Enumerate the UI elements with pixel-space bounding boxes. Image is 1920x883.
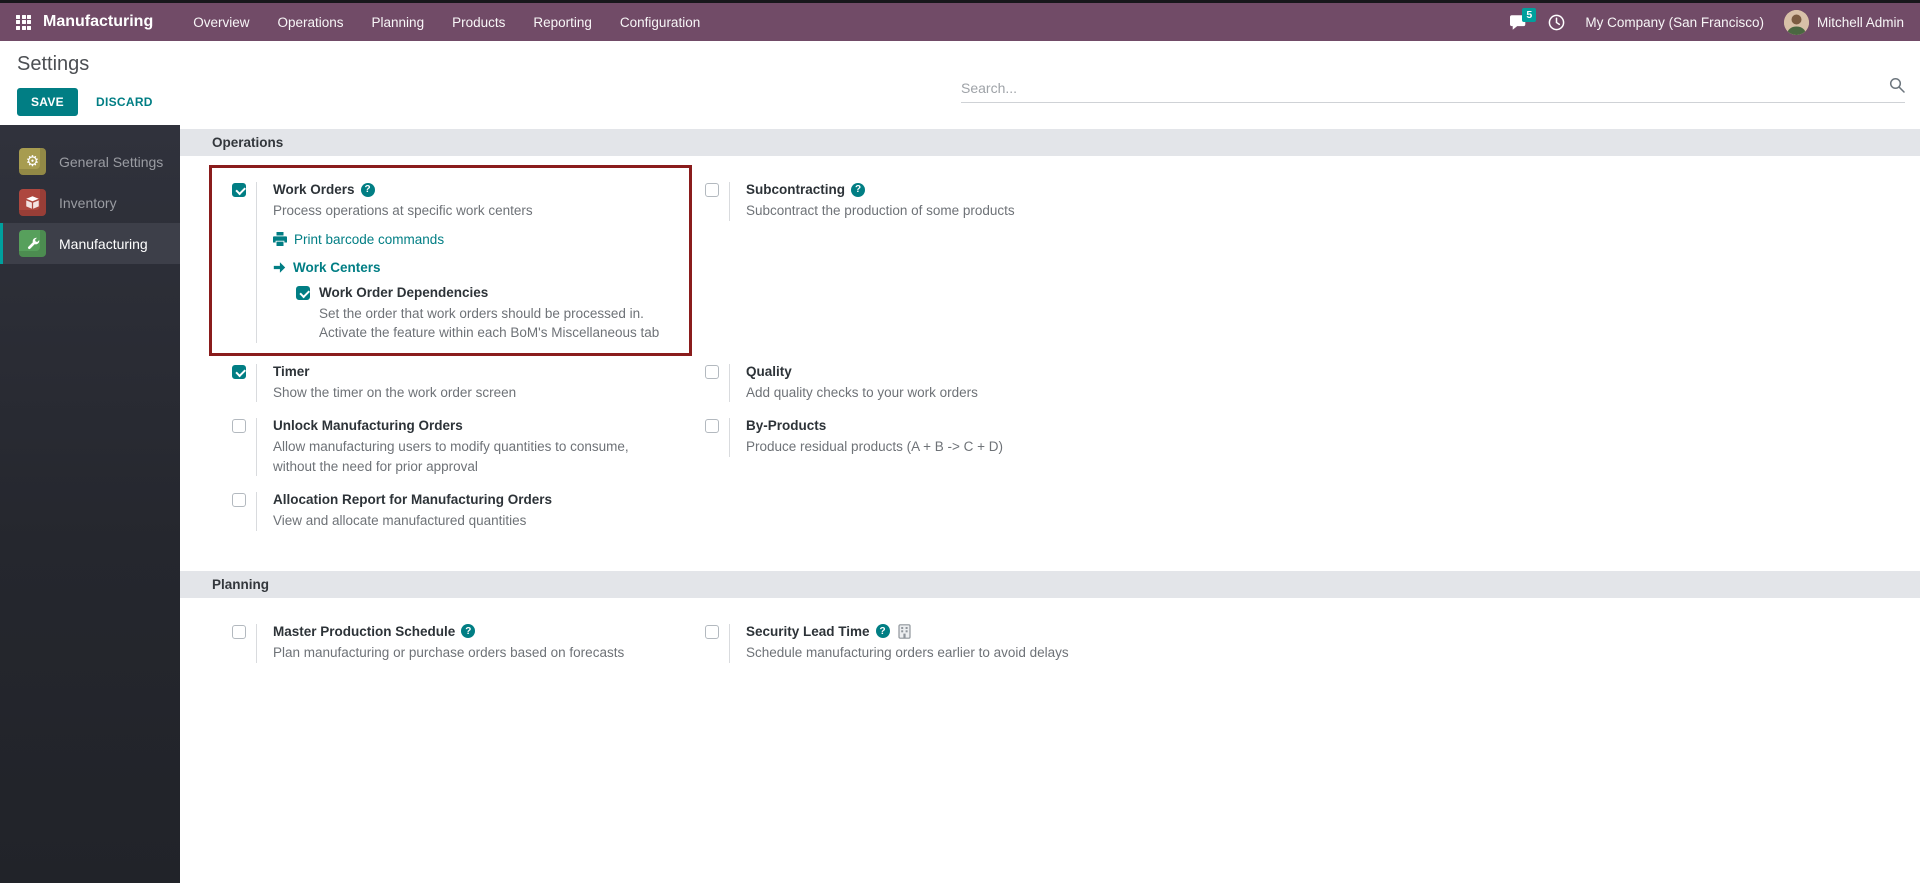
timer-checkbox[interactable] — [232, 364, 246, 379]
setting-by-products: By-Products Produce residual products (A… — [705, 418, 1165, 457]
setting-security-lead-time: Security Lead Time ? Schedule manufactur… — [705, 623, 1165, 663]
search-bar — [961, 77, 1905, 103]
main-menu: Overview Operations Planning Products Re… — [179, 3, 714, 41]
sidebar-item-label: Manufacturing — [59, 235, 148, 252]
setting-quality: Quality Add quality checks to your work … — [705, 363, 1165, 403]
menu-reporting[interactable]: Reporting — [519, 3, 606, 41]
setting-work-order-dependencies: Work Order Dependencies Set the order th… — [296, 285, 673, 343]
unlock-manufacturing-orders-checkbox[interactable] — [232, 419, 246, 434]
gear-icon: ⚙ — [19, 148, 46, 175]
timer-description: Show the timer on the work order screen — [273, 384, 517, 400]
menu-operations[interactable]: Operations — [263, 3, 357, 41]
allocation-report-description: View and allocate manufactured quantitie… — [273, 513, 527, 529]
subcontracting-checkbox[interactable] — [705, 183, 719, 197]
master-production-schedule-checkbox[interactable] — [232, 624, 246, 639]
unlock-manufacturing-orders-description: Allow manufacturing users to modify quan… — [273, 439, 629, 474]
allocation-report-label[interactable]: Allocation Report for Manufacturing Orde… — [273, 492, 552, 507]
setting-timer: Timer Show the timer on the work order s… — [232, 363, 692, 403]
work-orders-label[interactable]: Work Orders — [273, 182, 355, 197]
sidebar-item-label: Inventory — [59, 194, 117, 211]
master-production-schedule-label[interactable]: Master Production Schedule — [273, 624, 455, 639]
search-icon[interactable] — [1889, 77, 1905, 98]
quality-checkbox[interactable] — [705, 364, 719, 379]
allocation-report-checkbox[interactable] — [232, 493, 246, 508]
enterprise-building-icon — [897, 624, 911, 639]
print-barcode-commands-link[interactable]: Print barcode commands — [273, 232, 673, 247]
company-switcher[interactable]: My Company (San Francisco) — [1585, 15, 1764, 30]
sidebar-item-inventory[interactable]: Inventory — [0, 182, 180, 223]
sidebar-item-general-settings[interactable]: ⚙ General Settings — [0, 141, 180, 182]
messages-count-badge: 5 — [1522, 7, 1537, 23]
section-header-planning: Planning — [180, 570, 1920, 598]
printer-icon — [273, 232, 287, 247]
security-lead-time-label[interactable]: Security Lead Time — [746, 624, 870, 639]
section-header-operations: Operations — [180, 129, 1920, 156]
user-menu[interactable]: Mitchell Admin — [1783, 9, 1904, 35]
quality-label[interactable]: Quality — [746, 364, 792, 379]
setting-work-orders: Work Orders Process operations at specif… — [232, 182, 673, 343]
settings-sidebar: ⚙ General Settings Inventory Manufacturi… — [0, 125, 180, 883]
by-products-label[interactable]: By-Products — [746, 418, 826, 433]
arrow-right-icon — [273, 261, 286, 273]
subcontracting-label[interactable]: Subcontracting — [746, 182, 845, 197]
by-products-description: Produce residual products (A + B -> C + … — [746, 439, 1003, 455]
activities-clock-icon[interactable] — [1548, 14, 1565, 31]
timer-label[interactable]: Timer — [273, 364, 310, 379]
by-products-checkbox[interactable] — [705, 419, 719, 434]
search-input[interactable] — [961, 79, 1889, 96]
menu-products[interactable]: Products — [438, 3, 519, 41]
discard-button[interactable]: DISCARD — [88, 89, 161, 115]
app-brand[interactable]: Manufacturing — [43, 13, 153, 31]
sidebar-item-label: General Settings — [59, 153, 164, 170]
setting-subcontracting: Subcontracting Subcontract the productio… — [705, 182, 1165, 221]
save-button[interactable]: SAVE — [17, 88, 78, 116]
help-icon[interactable] — [875, 624, 890, 639]
main-navbar: Manufacturing Overview Operations Planni… — [0, 3, 1920, 41]
control-panel: Settings SAVE DISCARD — [0, 41, 1920, 125]
inventory-box-icon — [19, 189, 46, 216]
settings-content: Operations Work Orders Process operation… — [180, 125, 1920, 883]
unlock-manufacturing-orders-label[interactable]: Unlock Manufacturing Orders — [273, 418, 463, 433]
quality-description: Add quality checks to your work orders — [746, 384, 978, 400]
work-order-dependencies-checkbox[interactable] — [296, 285, 310, 300]
messages-icon[interactable]: 5 — [1510, 7, 1537, 30]
setting-master-production-schedule: Master Production Schedule Plan manufact… — [232, 623, 692, 663]
help-icon[interactable] — [851, 182, 866, 197]
subcontracting-description: Subcontract the production of some produ… — [746, 203, 1015, 218]
work-orders-description: Process operations at specific work cent… — [273, 203, 533, 218]
work-orders-checkbox[interactable] — [232, 183, 246, 197]
menu-planning[interactable]: Planning — [358, 3, 439, 41]
setting-allocation-report: Allocation Report for Manufacturing Orde… — [232, 492, 692, 531]
setting-unlock-manufacturing-orders: Unlock Manufacturing Orders Allow manufa… — [232, 418, 692, 477]
apps-menu-icon[interactable] — [16, 14, 31, 30]
menu-overview[interactable]: Overview — [179, 3, 263, 41]
page-title: Settings — [17, 53, 90, 75]
highlight-annotation-box: Work Orders Process operations at specif… — [209, 165, 692, 356]
help-icon[interactable] — [461, 624, 476, 639]
avatar — [1783, 9, 1809, 35]
security-lead-time-checkbox[interactable] — [705, 624, 719, 639]
work-order-dependencies-description: Set the order that work orders should be… — [319, 305, 660, 341]
work-centers-link[interactable]: Work Centers — [273, 260, 673, 275]
help-icon[interactable] — [360, 182, 375, 197]
user-name: Mitchell Admin — [1816, 14, 1904, 30]
security-lead-time-description: Schedule manufacturing orders earlier to… — [746, 644, 1069, 660]
work-order-dependencies-label[interactable]: Work Order Dependencies — [319, 285, 673, 300]
sidebar-item-manufacturing[interactable]: Manufacturing — [0, 223, 180, 264]
menu-configuration[interactable]: Configuration — [606, 3, 714, 41]
master-production-schedule-description: Plan manufacturing or purchase orders ba… — [273, 644, 625, 660]
wrench-icon — [19, 230, 46, 257]
